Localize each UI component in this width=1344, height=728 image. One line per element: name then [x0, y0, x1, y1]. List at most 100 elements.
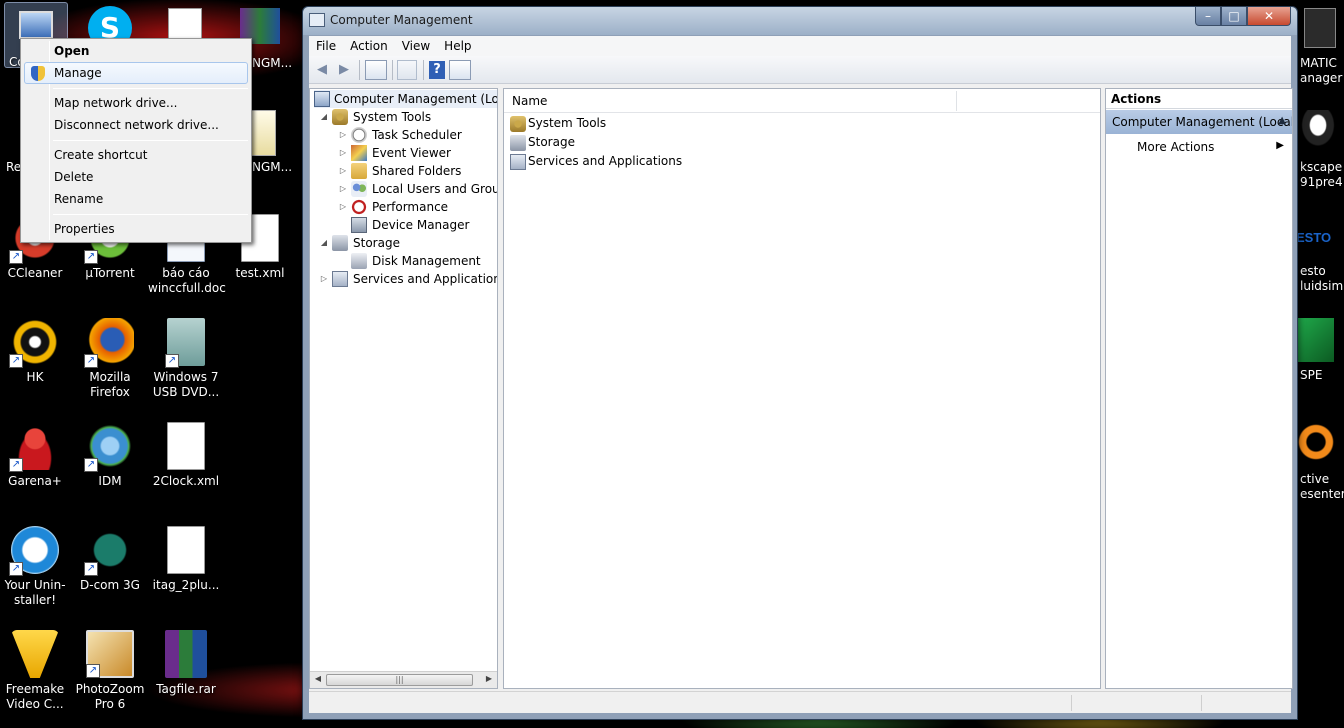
desktop-icon-label: esenter — [1300, 487, 1344, 501]
xml-file-icon — [167, 422, 205, 470]
help-icon[interactable]: ? — [429, 61, 445, 79]
toolbar-separator — [392, 60, 393, 80]
active-presenter-icon[interactable] — [1296, 420, 1336, 464]
desktop-icon-label: itag_2plu... — [152, 578, 220, 592]
festo-icon[interactable]: ESTO — [1296, 218, 1336, 248]
spe-icon[interactable] — [1298, 318, 1334, 362]
desktop-icon-label: MATIC — [1300, 56, 1337, 70]
menu-item-manage[interactable]: Manage — [24, 62, 248, 84]
column-divider[interactable] — [956, 91, 957, 111]
tree-item-label: Shared Folders — [372, 164, 462, 178]
tree-item-label: Computer Management (Local) — [334, 92, 498, 106]
expander-icon[interactable]: ▷ — [319, 270, 329, 288]
forward-icon[interactable]: ▶ — [334, 60, 354, 80]
list-item-label: Services and Applications — [528, 154, 683, 168]
column-header-name[interactable]: Name — [512, 94, 547, 108]
desktop-icon[interactable]: ↗ Mozilla Firefox — [72, 318, 148, 400]
desktop-icon[interactable]: ↗ IDM — [72, 422, 148, 489]
results-list: Name System Tools Storage Services and A… — [503, 88, 1101, 689]
computer-management-window: Computer Management – □ ✕ File Action Vi… — [302, 6, 1298, 720]
expander-icon[interactable]: ▷ — [338, 162, 348, 180]
hk-icon: ↗ — [9, 318, 59, 368]
garena-icon: ↗ — [9, 422, 59, 472]
desktop-icon-label: 2Clock.xml — [152, 474, 220, 488]
export-list-icon[interactable] — [397, 60, 417, 80]
users-icon — [351, 181, 367, 197]
menu-item-label: Manage — [54, 66, 102, 80]
menu-view[interactable]: View — [395, 36, 437, 56]
winrar-archive-icon — [165, 630, 207, 678]
context-menu: Open Manage Map network drive... Disconn… — [20, 38, 252, 243]
desktop-icon[interactable]: Tagfile.rar — [148, 630, 224, 697]
desktop-icon[interactable]: Freemake Video C... — [0, 630, 73, 712]
desktop-icon-label: Garena+ — [8, 474, 62, 488]
show-hide-action-pane-icon[interactable] — [449, 60, 471, 80]
desktop-icon[interactable]: ↗ Your Unin-staller! — [0, 526, 73, 608]
desktop-icon-label: ctive — [1300, 472, 1330, 486]
show-hide-console-tree-icon[interactable] — [365, 60, 387, 80]
menu-item-rename[interactable]: Rename — [24, 188, 248, 210]
expander-icon[interactable]: ▷ — [338, 144, 348, 162]
app-icon[interactable] — [1304, 8, 1336, 48]
minimize-button[interactable]: – — [1195, 7, 1221, 26]
windows-usb-tool-icon: ↗ — [165, 318, 205, 368]
menu-separator — [53, 214, 248, 215]
menu-item-delete[interactable]: Delete — [24, 166, 248, 188]
tree-item-label: Storage — [353, 236, 400, 250]
horizontal-scrollbar[interactable]: ◀ ||| ▶ — [310, 671, 497, 688]
expander-icon[interactable]: ◢ — [319, 108, 329, 126]
menu-help[interactable]: Help — [437, 36, 478, 56]
menu-item-create-shortcut[interactable]: Create shortcut — [24, 144, 248, 166]
desktop-icon[interactable]: 2Clock.xml — [148, 422, 224, 489]
scroll-left-icon[interactable]: ◀ — [311, 674, 325, 683]
status-bar — [309, 691, 1291, 713]
desktop-icon-label: D-com 3G — [80, 578, 140, 592]
menu-item-map-network-drive[interactable]: Map network drive... — [24, 92, 248, 114]
maximize-button[interactable]: □ — [1221, 7, 1247, 26]
tree-item-label: System Tools — [353, 110, 432, 124]
desktop-icon-label: Re — [6, 160, 22, 174]
tree-item-label: Services and Applications — [353, 272, 498, 286]
expander-icon[interactable]: ◢ — [319, 234, 329, 252]
tools-icon — [510, 116, 526, 132]
desktop-icon[interactable]: ↗ Garena+ — [0, 422, 73, 489]
desktop-icon[interactable]: ↗ Windows 7 USB DVD... — [148, 318, 224, 400]
desktop-icon[interactable]: ↗ PhotoZoom Pro 6 — [72, 630, 148, 712]
device-manager-icon — [351, 217, 367, 233]
title-bar[interactable]: Computer Management – □ ✕ — [303, 7, 1297, 35]
expander-icon[interactable]: ▷ — [338, 180, 348, 198]
desktop-icon[interactable]: ↗ D-com 3G — [72, 526, 148, 593]
menu-item-disconnect-network-drive[interactable]: Disconnect network drive... — [24, 114, 248, 136]
desktop-icon-label: kscape — [1300, 160, 1343, 174]
tree-item-root[interactable]: Computer Management (Local) — [314, 90, 498, 108]
menu-item-properties[interactable]: Properties — [24, 218, 248, 240]
tree-item-label: Disk Management — [372, 254, 481, 268]
tree-item-label: Local Users and Groups — [372, 182, 497, 196]
back-icon[interactable]: ◀ — [312, 60, 332, 80]
actions-section-computer-management[interactable]: Computer Management (Local) ▲ — [1106, 110, 1292, 134]
more-actions-item[interactable]: More Actions — [1137, 140, 1214, 154]
desktop-icon-label: µTorrent — [85, 266, 135, 280]
dcom-3g-icon: ↗ — [84, 526, 134, 576]
computer-icon — [19, 11, 53, 39]
menu-item-open[interactable]: Open — [24, 40, 248, 62]
menu-file[interactable]: File — [309, 36, 343, 56]
collapse-icon[interactable]: ▲ — [1278, 115, 1286, 126]
close-button[interactable]: ✕ — [1247, 7, 1291, 26]
desktop-icon[interactable]: ↗ HK — [0, 318, 73, 385]
actions-header: Actions — [1106, 89, 1292, 109]
scrollbar-thumb[interactable]: ||| — [326, 674, 473, 686]
status-bar-divider — [1071, 695, 1072, 711]
idm-icon: ↗ — [84, 422, 134, 472]
desktop-icon[interactable]: itag_2plu... — [148, 526, 224, 593]
menu-action[interactable]: Action — [343, 36, 395, 56]
toolbar: ◀ ▶ ? — [309, 56, 1291, 84]
expander-icon[interactable]: ▷ — [338, 198, 348, 216]
inkscape-icon[interactable] — [1300, 110, 1336, 148]
scroll-right-icon[interactable]: ▶ — [482, 674, 496, 683]
expander-icon[interactable]: ▷ — [338, 126, 348, 144]
storage-icon — [510, 135, 526, 151]
photozoom-icon: ↗ — [86, 630, 134, 678]
actions-pane: Actions Computer Management (Local) ▲ Mo… — [1105, 88, 1293, 689]
performance-icon — [351, 199, 367, 215]
